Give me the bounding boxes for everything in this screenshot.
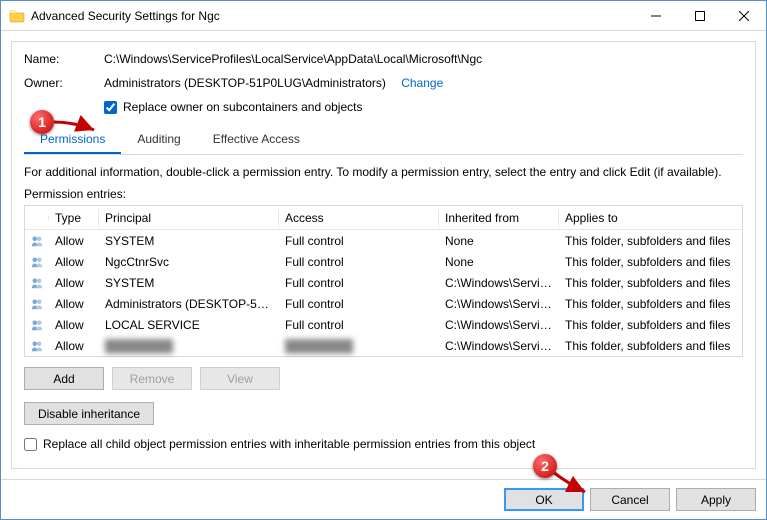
col-access[interactable]: Access [279,209,439,227]
replace-all-label: Replace all child object permission entr… [43,437,535,451]
table-body: AllowSYSTEMFull controlNoneThis folder, … [25,230,742,356]
minimize-button[interactable] [634,1,678,30]
apply-button[interactable]: Apply [676,488,756,511]
table-row[interactable]: AllowSYSTEMFull controlNoneThis folder, … [25,230,742,251]
cell-access: Full control [279,232,439,250]
cell-type: Allow [49,232,99,250]
annotation-badge-1: 1 [30,110,54,134]
cell-applies: This folder, subfolders and files [559,337,742,355]
table-row[interactable]: AllowLOCAL SERVICEFull controlC:\Windows… [25,314,742,335]
cell-access: Full control [279,274,439,292]
table-row[interactable]: AllowNgcCtnrSvcFull controlNoneThis fold… [25,251,742,272]
main-panel: Name: C:\Windows\ServiceProfiles\LocalSe… [11,41,756,469]
cell-applies: This folder, subfolders and files [559,295,742,313]
cell-access: ████████ [279,337,439,355]
cell-applies: This folder, subfolders and files [559,274,742,292]
table-row[interactable]: Allow████████████████C:\Windows\ServiceP… [25,335,742,356]
maximize-button[interactable] [678,1,722,30]
user-group-icon [25,336,49,356]
replace-all-checkbox-row[interactable]: Replace all child object permission entr… [24,437,743,451]
cell-applies: This folder, subfolders and files [559,253,742,271]
col-applies[interactable]: Applies to [559,209,742,227]
cell-principal: NgcCtnrSvc [99,253,279,271]
cell-type: Allow [49,295,99,313]
cell-type: Allow [49,337,99,355]
replace-owner-checkbox[interactable] [104,101,117,114]
user-group-icon [25,294,49,314]
folder-icon [9,8,25,24]
cell-type: Allow [49,316,99,334]
user-group-icon [25,315,49,335]
cell-principal: LOCAL SERVICE [99,316,279,334]
security-settings-window: Advanced Security Settings for Ngc Name:… [0,0,767,520]
cell-inherited: None [439,253,559,271]
owner-value: Administrators (DESKTOP-51P0LUG\Administ… [104,76,743,90]
cancel-button[interactable]: Cancel [590,488,670,511]
table-row[interactable]: AllowSYSTEMFull controlC:\Windows\Servic… [25,272,742,293]
titlebar: Advanced Security Settings for Ngc [1,1,766,31]
cell-inherited: C:\Windows\ServicePr... [439,316,559,334]
table-row[interactable]: AllowAdministrators (DESKTOP-51P...Full … [25,293,742,314]
user-group-icon [25,273,49,293]
owner-label: Owner: [24,76,104,90]
view-button: View [200,367,280,390]
replace-owner-label: Replace owner on subcontainers and objec… [123,100,362,114]
cell-principal: SYSTEM [99,274,279,292]
cell-type: Allow [49,253,99,271]
name-value: C:\Windows\ServiceProfiles\LocalService\… [104,52,743,66]
cell-principal: SYSTEM [99,232,279,250]
cell-principal: ████████ [99,337,279,355]
cell-access: Full control [279,295,439,313]
cell-inherited: C:\Windows\ServicePr... [439,274,559,292]
table-header: Type Principal Access Inherited from App… [25,206,742,230]
disable-inheritance-button[interactable]: Disable inheritance [24,402,154,425]
entries-label: Permission entries: [24,187,743,201]
col-type[interactable]: Type [49,209,99,227]
close-button[interactable] [722,1,766,30]
user-group-icon [25,252,49,272]
cell-type: Allow [49,274,99,292]
cell-access: Full control [279,316,439,334]
annotation-badge-2: 2 [533,454,557,478]
cell-inherited: C:\Windows\ServicePr... [439,337,559,355]
annotation-arrow-2-icon [551,470,591,500]
permissions-table: Type Principal Access Inherited from App… [24,205,743,357]
cell-principal: Administrators (DESKTOP-51P... [99,295,279,313]
replace-all-checkbox[interactable] [24,438,37,451]
col-inherited[interactable]: Inherited from [439,209,559,227]
owner-row: Owner: Administrators (DESKTOP-51P0LUG\A… [24,76,743,90]
cell-applies: This folder, subfolders and files [559,232,742,250]
cell-inherited: C:\Windows\ServicePr... [439,295,559,313]
change-owner-link[interactable]: Change [401,76,443,90]
remove-button: Remove [112,367,192,390]
tab-effective-access[interactable]: Effective Access [197,126,316,154]
col-principal[interactable]: Principal [99,209,279,227]
hint-text: For additional information, double-click… [24,165,743,179]
name-label: Name: [24,52,104,66]
cell-access: Full control [279,253,439,271]
user-group-icon [25,231,49,251]
name-row: Name: C:\Windows\ServiceProfiles\LocalSe… [24,52,743,66]
add-button[interactable]: Add [24,367,104,390]
tab-auditing[interactable]: Auditing [121,126,196,154]
cell-applies: This folder, subfolders and files [559,316,742,334]
dialog-footer: OK Cancel Apply [1,479,766,519]
replace-owner-checkbox-row[interactable]: Replace owner on subcontainers and objec… [104,100,743,114]
tab-bar: Permissions Auditing Effective Access [24,126,743,155]
cell-inherited: None [439,232,559,250]
owner-value-text: Administrators (DESKTOP-51P0LUG\Administ… [104,76,386,90]
window-title: Advanced Security Settings for Ngc [31,9,634,23]
annotation-arrow-icon [54,112,104,136]
